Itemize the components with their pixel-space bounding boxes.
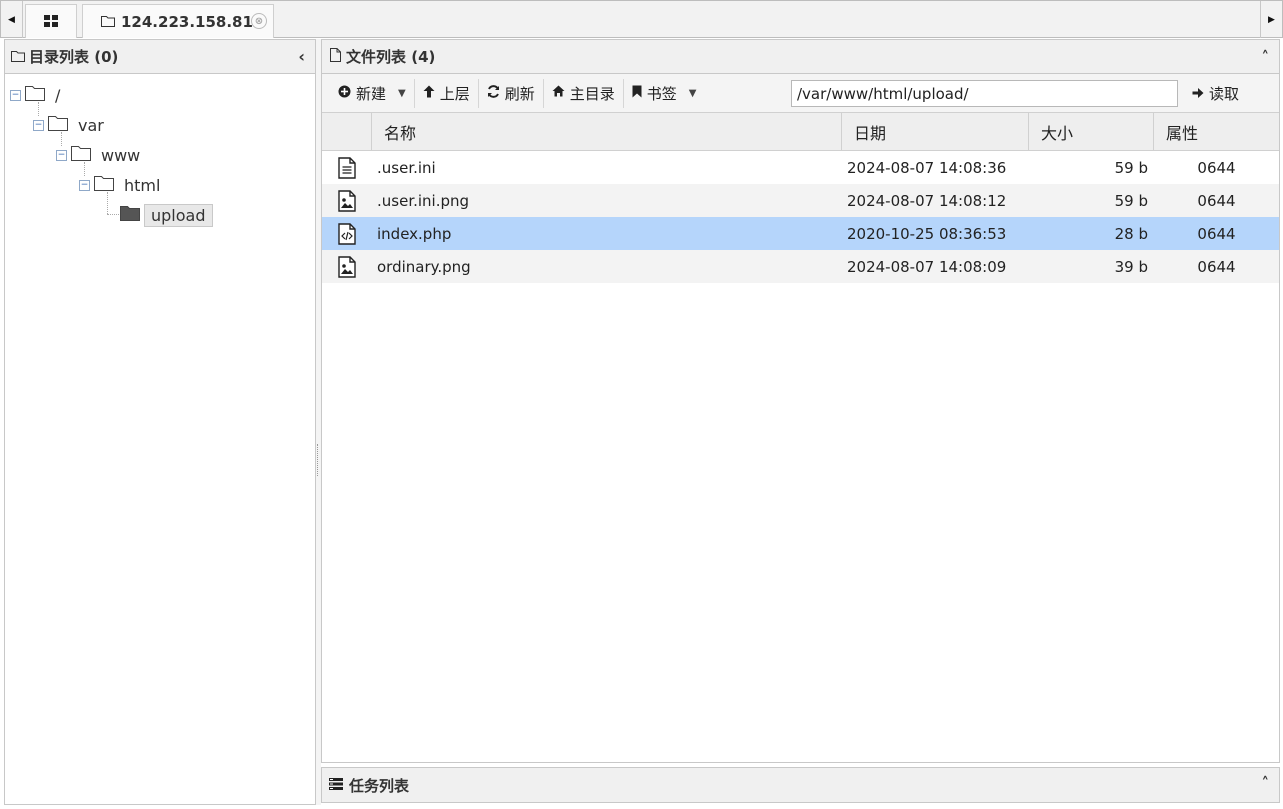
file-attr: 0644 <box>1197 158 1236 177</box>
file-size: 39 b <box>1114 257 1148 276</box>
column-name-header[interactable]: 名称 <box>372 113 842 150</box>
column-date-header[interactable]: 日期 <box>842 113 1029 150</box>
up-level-label: 上层 <box>439 84 470 103</box>
file-size: 59 b <box>1114 191 1148 210</box>
up-level-button[interactable]: 上层 <box>415 78 479 108</box>
refresh-label: 刷新 <box>504 84 535 103</box>
tree-node-www[interactable]: − www <box>56 144 140 166</box>
column-icon-header <box>322 113 372 150</box>
tree-node-upload[interactable]: upload <box>120 203 213 227</box>
folder-icon <box>25 85 45 105</box>
tab-host[interactable]: 124.223.158.81 ⊗ <box>82 4 274 38</box>
plus-circle-icon <box>338 85 351 102</box>
file-grid: 名称 日期 大小 属性 .user.ini 2024-08-07 14:08:3… <box>322 113 1279 283</box>
tree-node-html[interactable]: − html <box>79 174 160 196</box>
new-button-label: 新建 <box>356 84 387 103</box>
bookmark-icon <box>632 85 642 102</box>
directory-panel-title: 目录列表 (0) <box>29 48 119 66</box>
tree-node-label: www <box>101 145 141 165</box>
tree-collapse-toggle[interactable]: − <box>56 149 67 161</box>
file-date: 2024-08-07 14:08:36 <box>847 158 1007 177</box>
file-toolbar: 新建 ▼ 上层 刷新 主目录 书签 ▼ /var/www/html/upload… <box>322 74 1279 113</box>
file-panel-title: 文件列表 (4) <box>346 48 436 66</box>
expand-up-icon[interactable]: ˄ <box>1262 774 1270 792</box>
column-size-header[interactable]: 大小 <box>1029 113 1154 150</box>
grid-header: 名称 日期 大小 属性 <box>322 113 1279 151</box>
tree-collapse-toggle[interactable]: − <box>79 179 90 191</box>
bookmark-button[interactable]: 书签 ▼ <box>624 79 705 108</box>
folder-icon <box>11 48 25 66</box>
file-attr: 0644 <box>1197 224 1236 243</box>
file-date: 2020-10-25 08:36:53 <box>847 224 1007 243</box>
tab-host-label: 124.223.158.81 <box>121 12 253 31</box>
file-row[interactable]: ordinary.png 2024-08-07 14:08:09 39 b 06… <box>322 250 1279 283</box>
folder-icon <box>71 145 91 165</box>
grid-icon <box>44 13 58 31</box>
tree-node-var[interactable]: − var <box>33 114 104 136</box>
refresh-icon <box>487 84 500 102</box>
tree-node-label: upload <box>144 203 213 227</box>
collapse-panel-icon[interactable]: ‹ <box>298 47 305 66</box>
tree-node-root[interactable]: − / <box>10 84 60 106</box>
folder-filled-icon <box>120 205 140 225</box>
tree-collapse-toggle[interactable]: − <box>10 89 21 101</box>
task-panel-header[interactable]: 任务列表 ˄ <box>321 767 1280 803</box>
scroll-tabs-right-button[interactable]: ▶ <box>1260 1 1282 38</box>
directory-tree: − / − var − www − html upload <box>5 74 315 804</box>
image-file-icon <box>322 255 372 278</box>
tab-home[interactable] <box>25 4 77 38</box>
caret-down-icon[interactable]: ▼ <box>398 88 406 99</box>
file-row[interactable]: .user.ini.png 2024-08-07 14:08:12 59 b 0… <box>322 184 1279 217</box>
read-label: 读取 <box>1209 85 1240 103</box>
path-input[interactable] <box>791 80 1178 107</box>
home-dir-label: 主目录 <box>569 84 615 103</box>
file-row[interactable]: .user.ini 2024-08-07 14:08:36 59 b 0644 <box>322 151 1279 184</box>
file-size: 59 b <box>1114 158 1148 177</box>
tree-node-label: html <box>124 175 161 195</box>
close-tab-icon[interactable]: ⊗ <box>251 13 267 29</box>
file-date: 2024-08-07 14:08:12 <box>847 191 1007 210</box>
file-name: index.php <box>377 224 452 243</box>
file-name: .user.ini <box>377 158 436 177</box>
list-icon <box>329 776 343 794</box>
task-panel-title: 任务列表 <box>349 776 410 795</box>
file-row[interactable]: index.php 2020-10-25 08:36:53 28 b 0644 <box>322 217 1279 250</box>
arrow-up-icon <box>423 85 435 102</box>
collapse-up-icon[interactable]: ˄ <box>1262 48 1270 66</box>
file-date: 2024-08-07 14:08:09 <box>847 257 1007 276</box>
file-panel: 文件列表 (4) ˄ 新建 ▼ 上层 刷新 主目录 书签 ▼ /var/www/… <box>321 39 1280 763</box>
refresh-button[interactable]: 刷新 <box>479 78 544 108</box>
bookmark-label: 书签 <box>646 84 677 103</box>
scroll-tabs-left-button[interactable]: ◀ <box>1 1 23 38</box>
file-attr: 0644 <box>1197 257 1236 276</box>
home-dir-button[interactable]: 主目录 <box>544 78 624 108</box>
file-attr: 0644 <box>1197 191 1236 210</box>
tree-node-label: var <box>78 115 104 135</box>
file-panel-header: 文件列表 (4) ˄ <box>322 40 1279 74</box>
tree-node-label: / <box>55 85 61 105</box>
read-button[interactable]: 读取 <box>1188 80 1243 107</box>
folder-icon <box>48 115 68 135</box>
column-attr-header[interactable]: 属性 <box>1154 113 1279 150</box>
code-file-icon <box>322 222 372 245</box>
text-file-icon <box>322 156 372 179</box>
file-name: .user.ini.png <box>377 191 470 210</box>
tab-bar: ◀ 124.223.158.81 ⊗ ▶ <box>0 0 1283 38</box>
new-button[interactable]: 新建 ▼ <box>330 78 415 108</box>
folder-icon <box>101 13 115 31</box>
arrow-right-icon <box>1192 85 1204 103</box>
home-icon <box>552 85 565 101</box>
image-file-icon <box>322 189 372 212</box>
tree-collapse-toggle[interactable]: − <box>33 119 44 131</box>
file-name: ordinary.png <box>377 257 471 276</box>
file-size: 28 b <box>1114 224 1148 243</box>
caret-down-icon[interactable]: ▼ <box>689 88 697 99</box>
splitter-grip[interactable] <box>317 444 319 476</box>
folder-icon <box>94 175 114 195</box>
directory-panel-header: 目录列表 (0) ‹ <box>5 40 315 74</box>
file-icon <box>330 47 341 66</box>
directory-panel: 目录列表 (0) ‹ − / − var − www − html upload <box>4 39 316 805</box>
